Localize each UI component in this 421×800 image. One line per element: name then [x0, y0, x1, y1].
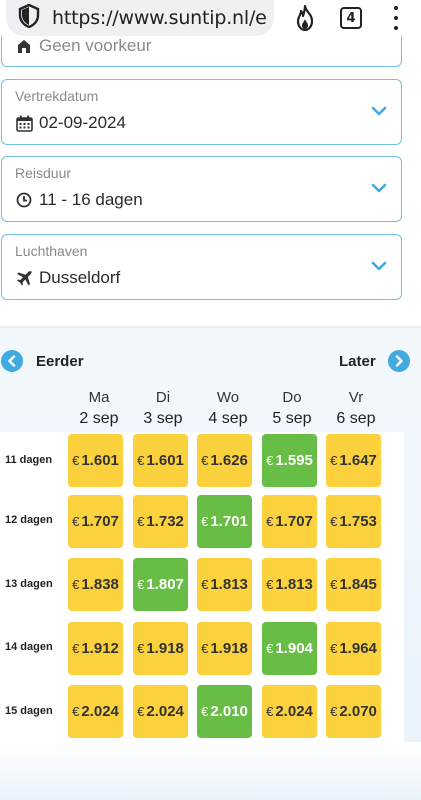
day-header: Wo 4 sep: [200, 389, 256, 428]
tab-switcher-button[interactable]: 4: [340, 7, 362, 29]
price-cell[interactable]: €1.601: [68, 434, 123, 487]
calendar-icon: [15, 114, 33, 132]
row-label: 13 dagen: [5, 578, 53, 590]
day-header: Do 5 sep: [264, 389, 320, 428]
cheapest-price-cell[interactable]: €1.904: [262, 622, 317, 675]
price-cell[interactable]: €1.845: [326, 558, 381, 611]
departure-date-label: Vertrekdatum: [15, 88, 99, 104]
plane-icon: [15, 269, 33, 287]
row-label: 14 dagen: [5, 641, 53, 653]
bottom-fade: [0, 742, 421, 800]
price-cell[interactable]: €1.707: [262, 495, 317, 548]
day-date: 6 sep: [336, 410, 376, 427]
day-date: 5 sep: [272, 410, 312, 427]
row-label: 11 dagen: [5, 454, 53, 466]
day-header: Di 3 sep: [135, 389, 191, 428]
browser-toolbar: https://www.suntip.nl/e 4: [0, 0, 421, 36]
day-header: Vr 6 sep: [328, 389, 384, 428]
cheapest-price-cell[interactable]: €2.010: [197, 685, 252, 738]
price-cell[interactable]: €1.918: [133, 622, 188, 675]
row-label: 12 dagen: [5, 514, 53, 526]
duration-label: Reisduur: [15, 165, 72, 181]
price-cell[interactable]: €2.024: [262, 685, 317, 738]
chevron-down-icon[interactable]: [371, 105, 387, 117]
price-cell[interactable]: €1.601: [133, 434, 188, 487]
day-date: 4 sep: [208, 410, 248, 427]
price-cell[interactable]: €1.753: [326, 495, 381, 548]
price-cell[interactable]: €1.813: [197, 558, 252, 611]
airport-label: Luchthaven: [15, 243, 88, 259]
day-name: Ma: [88, 389, 110, 406]
house-icon: [15, 37, 33, 55]
price-cell[interactable]: €1.964: [326, 622, 381, 675]
price-cell[interactable]: €1.626: [197, 434, 252, 487]
address-bar[interactable]: https://www.suntip.nl/e: [6, 0, 274, 36]
chevron-down-icon[interactable]: [371, 182, 387, 194]
day-date: 2 sep: [79, 410, 119, 427]
earlier-button[interactable]: Eerder: [36, 353, 84, 370]
day-name: Wo: [216, 389, 240, 406]
duration-select[interactable]: Reisduur 11 - 16 dagen: [1, 156, 402, 222]
url-text[interactable]: https://www.suntip.nl/e: [52, 7, 267, 29]
chevron-right-icon[interactable]: [388, 350, 410, 372]
price-cell[interactable]: €1.707: [68, 495, 123, 548]
price-cell[interactable]: €2.024: [68, 685, 123, 738]
price-cell[interactable]: €1.912: [68, 622, 123, 675]
cheapest-price-cell[interactable]: €1.595: [262, 434, 317, 487]
chevron-left-icon[interactable]: [1, 350, 23, 372]
board-value: Geen voorkeur: [39, 36, 152, 55]
day-header: Ma 2 sep: [71, 389, 127, 428]
shield-icon[interactable]: [18, 3, 40, 33]
later-button[interactable]: Later: [339, 353, 376, 370]
duration-value: 11 - 16 dagen: [39, 190, 143, 209]
price-cell[interactable]: €2.024: [133, 685, 188, 738]
price-cell[interactable]: €1.647: [326, 434, 381, 487]
departure-date-value: 02-09-2024: [39, 113, 126, 132]
price-cell[interactable]: €1.732: [133, 495, 188, 548]
day-name: Vr: [348, 389, 364, 406]
cheapest-price-cell[interactable]: €1.807: [133, 558, 188, 611]
price-cell[interactable]: €1.838: [68, 558, 123, 611]
chevron-down-icon[interactable]: [371, 260, 387, 272]
clock-icon: [15, 191, 33, 209]
cheapest-price-cell[interactable]: €1.701: [197, 495, 252, 548]
flame-icon[interactable]: [293, 4, 317, 32]
airport-value: Dusseldorf: [39, 268, 121, 287]
day-name: Di: [155, 389, 171, 406]
price-cell[interactable]: €1.918: [197, 622, 252, 675]
kebab-menu-icon[interactable]: [388, 6, 404, 30]
airport-select[interactable]: Luchthaven Dusseldorf: [1, 234, 402, 300]
row-label: 15 dagen: [5, 705, 53, 717]
departure-date-select[interactable]: Vertrekdatum 02-09-2024: [1, 79, 402, 145]
day-date: 3 sep: [143, 410, 183, 427]
price-cell[interactable]: €1.813: [262, 558, 317, 611]
day-name: Do: [282, 389, 302, 406]
price-cell[interactable]: €2.070: [326, 685, 381, 738]
